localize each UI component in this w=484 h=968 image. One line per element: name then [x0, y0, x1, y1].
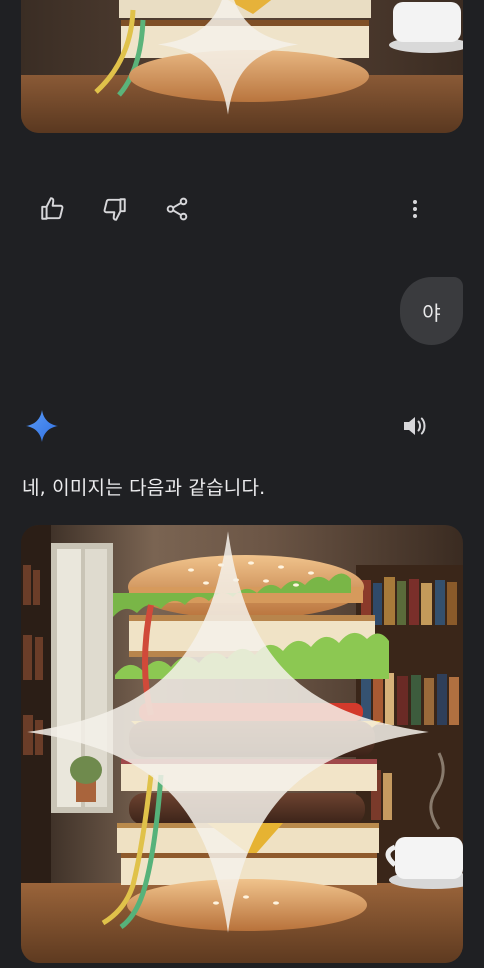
thumbs-up-icon [41, 197, 64, 220]
more-vert-icon [413, 200, 417, 218]
generated-image[interactable] [21, 525, 463, 963]
share-icon [166, 197, 188, 221]
thumbs-down-button[interactable] [97, 191, 133, 227]
user-message-bubble: 야 [400, 277, 463, 345]
user-message-text: 야 [422, 300, 441, 325]
speaker-icon [404, 417, 426, 435]
sparkle-icon [27, 531, 429, 933]
share-button[interactable] [159, 191, 195, 227]
sparkle-icon [157, 0, 299, 115]
thumbs-up-button[interactable] [34, 191, 70, 227]
gemini-sparkle-icon [26, 410, 58, 442]
previous-generated-image[interactable] [21, 0, 463, 133]
more-options-button[interactable] [397, 191, 433, 227]
read-aloud-button[interactable] [398, 410, 432, 442]
response-actions [0, 190, 484, 230]
thumbs-down-icon [103, 198, 126, 221]
assistant-response-text: 네, 이미지는 다음과 같습니다. [22, 477, 266, 499]
